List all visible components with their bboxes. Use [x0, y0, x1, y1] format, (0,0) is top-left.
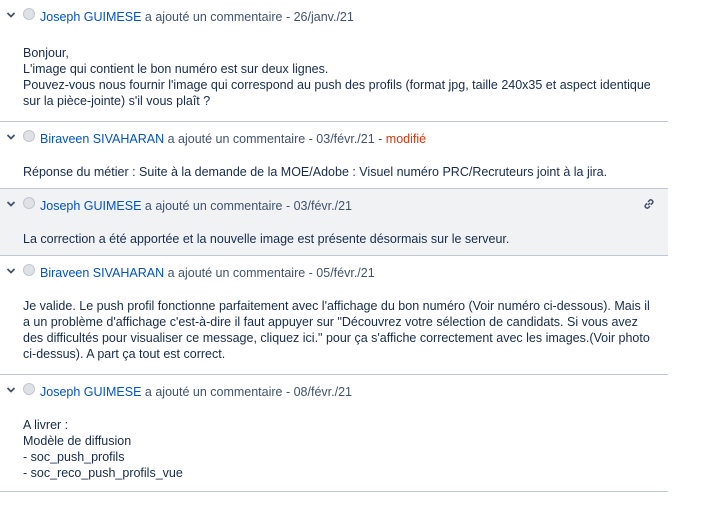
comment-header: Biraveen SIVAHARAN a ajouté un commentai… — [0, 256, 668, 283]
comment-line: L'image qui contient le bon numéro est s… — [23, 62, 329, 76]
comment-meta: Biraveen SIVAHARAN a ajouté un commentai… — [40, 266, 375, 280]
comment-line: ci-dessus). A part ça tout est correct. — [23, 347, 226, 361]
comment-date[interactable]: 03/févr./21 — [294, 199, 352, 213]
comment-list: Joseph GUIMESE a ajouté un commentaire -… — [0, 0, 668, 492]
author-link[interactable]: Joseph GUIMESE — [40, 199, 141, 213]
comment-action: a ajouté un commentaire - — [141, 385, 294, 399]
avatar[interactable] — [23, 130, 35, 142]
comment: Biraveen SIVAHARAN a ajouté un commentai… — [0, 256, 668, 375]
comment-header: Joseph GUIMESE a ajouté un commentaire -… — [0, 189, 668, 216]
comment-date[interactable]: 26/janv./21 — [294, 10, 354, 24]
avatar[interactable] — [23, 197, 35, 209]
chevron-down-icon[interactable] — [5, 131, 17, 143]
comment-action: a ajouté un commentaire - — [164, 266, 317, 280]
comment-line: Réponse du métier : Suite à la demande d… — [23, 165, 608, 179]
comment-body: A livrer : Modèle de diffusion - soc_pus… — [0, 402, 668, 481]
comment-date[interactable]: 03/févr./21 — [316, 132, 374, 146]
comment: Joseph GUIMESE a ajouté un commentaire -… — [0, 0, 668, 122]
comment-action: a ajouté un commentaire - — [164, 132, 317, 146]
chevron-down-icon[interactable] — [5, 198, 17, 210]
avatar[interactable] — [23, 264, 35, 276]
modified-separator: - — [374, 132, 386, 146]
comment-line: La correction a été apportée et la nouve… — [23, 232, 510, 246]
avatar[interactable] — [23, 8, 35, 20]
comment-body: Réponse du métier : Suite à la demande d… — [0, 149, 668, 180]
chevron-down-icon[interactable] — [5, 384, 17, 396]
link-icon[interactable] — [642, 197, 656, 211]
comment-header: Biraveen SIVAHARAN a ajouté un commentai… — [0, 122, 668, 149]
comment-line: Je valide. Le push profil fonctionne par… — [23, 299, 650, 313]
comment-line: - soc_push_profils — [23, 450, 125, 464]
comment-header: Joseph GUIMESE a ajouté un commentaire -… — [0, 375, 668, 402]
comment-line: sur la pièce-jointe) s'il vous plaît ? — [23, 94, 211, 108]
comment: Joseph GUIMESE a ajouté un commentaire -… — [0, 375, 668, 492]
author-link[interactable]: Biraveen SIVAHARAN — [40, 132, 164, 146]
comment-date[interactable]: 05/févr./21 — [316, 266, 374, 280]
comment-meta: Biraveen SIVAHARAN a ajouté un commentai… — [40, 132, 426, 146]
comment-meta: Joseph GUIMESE a ajouté un commentaire -… — [40, 10, 354, 24]
comment-meta: Joseph GUIMESE a ajouté un commentaire -… — [40, 199, 352, 213]
comment-action: a ajouté un commentaire - — [141, 10, 294, 24]
comment-line: Modèle de diffusion — [23, 434, 132, 448]
author-link[interactable]: Joseph GUIMESE — [40, 385, 141, 399]
comment-action: a ajouté un commentaire - — [141, 199, 294, 213]
comment: Joseph GUIMESE a ajouté un commentaire -… — [0, 189, 668, 256]
comment-line: a un problème d'affichage c'est-à-dire i… — [23, 315, 638, 329]
comment-date[interactable]: 08/févr./21 — [294, 385, 352, 399]
comment-body: Bonjour, L'image qui contient le bon num… — [0, 27, 668, 109]
comment-body: La correction a été apportée et la nouve… — [0, 216, 668, 247]
chevron-down-icon[interactable] — [5, 265, 17, 277]
chevron-down-icon[interactable] — [5, 9, 17, 21]
comment-header: Joseph GUIMESE a ajouté un commentaire -… — [0, 0, 668, 27]
author-link[interactable]: Biraveen SIVAHARAN — [40, 266, 164, 280]
comment-line: Pouvez-vous nous fournir l'image qui cor… — [23, 78, 651, 92]
avatar[interactable] — [23, 383, 35, 395]
comment-line: A livrer : — [23, 418, 69, 432]
comment-line: - soc_reco_push_profils_vue — [23, 466, 183, 480]
comment-line: Bonjour, — [23, 46, 69, 60]
comment-meta: Joseph GUIMESE a ajouté un commentaire -… — [40, 385, 352, 399]
modified-label[interactable]: modifié — [386, 132, 426, 146]
comment-body: Je valide. Le push profil fonctionne par… — [0, 283, 668, 362]
author-link[interactable]: Joseph GUIMESE — [40, 10, 141, 24]
comment: Biraveen SIVAHARAN a ajouté un commentai… — [0, 122, 668, 189]
comment-line: des difficultés pour visualiser ce messa… — [23, 331, 650, 345]
